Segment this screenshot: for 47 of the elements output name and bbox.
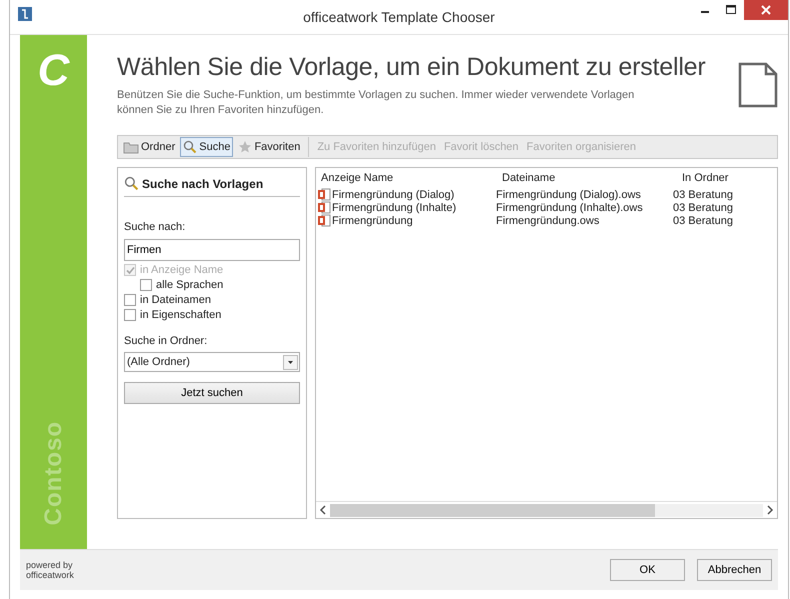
template-file-icon <box>318 188 331 201</box>
folder-label: Suche in Ordner: <box>124 335 208 347</box>
checkbox-label: alle Sprachen <box>156 279 224 291</box>
table-cell[interactable]: Firmengründung.ows <box>496 214 600 226</box>
table-cell[interactable]: 03 Beratung <box>673 214 733 226</box>
toolbar-tab[interactable]: Suche <box>180 137 234 157</box>
checkbox[interactable] <box>124 309 136 321</box>
table-cell[interactable]: Firmengründung (Dialog).ows <box>496 188 641 200</box>
logo: C <box>38 49 70 93</box>
search-button[interactable]: Jetzt suchen <box>124 382 300 404</box>
brand-label: Contoso <box>40 420 68 525</box>
table-cell[interactable]: Firmengründung (Inhalte) <box>332 202 456 214</box>
template-file-icon <box>318 214 331 227</box>
toolbar-tab[interactable]: Ordner <box>120 137 178 157</box>
window-title: officeatwork Template Chooser <box>303 9 495 25</box>
table-cell[interactable]: Firmengründung <box>332 214 413 226</box>
column-header[interactable]: Dateiname <box>497 172 677 184</box>
search-label: Suche nach: <box>124 221 186 233</box>
description: Benützen Sie die Suche-Funktion, um bestimmte Vorlagen zu suchen. Immer wieder verwendete Vorlagen können Sie zu Ihren Favoriten hinzufügen. <box>117 88 636 118</box>
toolbar-tab[interactable]: Favoriten <box>235 137 304 157</box>
checkbox[interactable] <box>124 294 136 306</box>
star-icon <box>238 140 252 154</box>
table-cell[interactable]: Firmengründung (Dialog) <box>332 188 454 200</box>
panel-title: Suche nach Vorlagen <box>142 176 264 190</box>
table-cell[interactable]: Firmengründung (Inhalte).ows <box>496 202 643 214</box>
horizontal-scrollbar[interactable] <box>316 501 777 518</box>
close-button[interactable] <box>744 0 788 20</box>
checkbox-label: in Dateinamen <box>140 294 211 306</box>
search-icon <box>183 140 198 154</box>
dialog-button[interactable]: OK <box>610 559 685 581</box>
scrollbar-thumb[interactable] <box>330 504 655 516</box>
document-icon <box>738 62 778 108</box>
table-cell[interactable]: 03 Beratung <box>673 188 733 200</box>
column-header[interactable]: In Ordner <box>677 172 777 184</box>
search-field[interactable]: Firmen <box>124 239 300 261</box>
page-heading: Wählen Sie die Vorlage, um ein Dokument zu ersteller <box>117 53 706 82</box>
checkbox-label: in Anzeige Name <box>140 264 224 276</box>
dialog-button[interactable]: Abbrechen <box>697 559 772 581</box>
powered-by-label: powered by officeatwork <box>26 560 75 580</box>
table-cell[interactable]: 03 Beratung <box>673 202 733 214</box>
app-icon <box>18 7 32 21</box>
folder-dropdown[interactable]: (Alle Ordner) <box>124 352 300 372</box>
folder-icon <box>123 140 139 154</box>
template-file-icon <box>318 201 331 214</box>
checkbox-label: in Eigenschaften <box>140 309 222 321</box>
search-icon <box>124 176 139 191</box>
column-header[interactable]: Anzeige Name <box>316 172 497 184</box>
